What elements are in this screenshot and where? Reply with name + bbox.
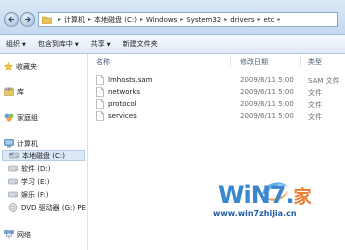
column-divider[interactable] bbox=[300, 55, 301, 66]
nav-drive-c[interactable]: 本地磁盘 (C:) bbox=[2, 150, 85, 161]
chevron-down-icon: ▼ bbox=[22, 42, 26, 48]
nav-computer[interactable]: 计算机 bbox=[4, 138, 38, 149]
watermark-url: www.win7zhijia.cn bbox=[213, 209, 297, 218]
watermark-logo-text: WiN7. bbox=[218, 181, 295, 209]
forward-button[interactable] bbox=[20, 12, 35, 27]
breadcrumb-separator: ▸ bbox=[257, 16, 261, 23]
file-icon bbox=[96, 99, 104, 109]
nav-drive-c-label: 本地磁盘 (C:) bbox=[22, 151, 65, 160]
breadcrumb-drivers[interactable]: drivers bbox=[230, 16, 254, 24]
nav-drive-g-label: DVD 驱动器 (G:) PE bbox=[21, 203, 87, 212]
computer-icon bbox=[4, 139, 14, 148]
star-icon bbox=[4, 62, 13, 71]
forward-arrow-icon bbox=[25, 16, 31, 23]
include-in-library-menu[interactable]: 包含到库中 ▼ bbox=[32, 39, 85, 49]
breadcrumb-drive-c[interactable]: 本地磁盘 (C:) bbox=[94, 15, 137, 25]
dvd-drive-icon bbox=[8, 203, 18, 212]
network-icon bbox=[4, 230, 14, 239]
file-row[interactable]: protocol 2009/6/11 5:00 文件 bbox=[88, 98, 345, 110]
file-type: 文件 bbox=[308, 101, 322, 109]
file-name: lmhosts.sam bbox=[108, 76, 153, 84]
hard-drive-icon bbox=[9, 152, 19, 159]
breadcrumb-computer[interactable]: 计算机 bbox=[64, 15, 85, 25]
organize-label: 组织 bbox=[6, 40, 20, 48]
breadcrumb-separator: ▸ bbox=[277, 16, 281, 23]
address-bar[interactable]: ▸ 计算机 ▸ 本地磁盘 (C:) ▸ Windows ▸ System32 ▸… bbox=[38, 12, 338, 27]
column-header-type[interactable]: 类型 bbox=[308, 57, 322, 67]
file-date: 2009/6/11 5:00 bbox=[240, 100, 294, 108]
back-button[interactable] bbox=[4, 12, 19, 27]
file-date: 2009/6/11 5:00 bbox=[240, 76, 294, 84]
file-type: 文件 bbox=[308, 89, 322, 97]
column-header-date[interactable]: 修改日期 bbox=[240, 57, 268, 67]
command-bar: 组织 ▼ 包含到库中 ▼ 共享 ▼ 新建文件夹 bbox=[0, 35, 345, 54]
organize-menu[interactable]: 组织 ▼ bbox=[0, 39, 32, 49]
include-in-library-label: 包含到库中 bbox=[37, 40, 73, 48]
column-header-name[interactable]: 名称 bbox=[96, 57, 110, 67]
file-name: networks bbox=[108, 88, 141, 96]
share-label: 共享 bbox=[90, 40, 105, 48]
explorer-window: ▸ 计算机 ▸ 本地磁盘 (C:) ▸ Windows ▸ System32 ▸… bbox=[0, 0, 345, 250]
watermark-logo-suffix: 家 bbox=[293, 187, 312, 208]
nav-network-label: 网络 bbox=[17, 230, 31, 239]
file-icon bbox=[96, 75, 104, 85]
file-row[interactable]: services 2009/6/11 5:00 文件 bbox=[88, 110, 345, 122]
hard-drive-icon bbox=[8, 191, 18, 198]
new-folder-label: 新建文件夹 bbox=[122, 40, 158, 48]
breadcrumb-separator: ▸ bbox=[224, 16, 228, 23]
file-list: 名称 修改日期 类型 lmhosts.sam 2009/6/11 5:00 SA… bbox=[88, 54, 345, 250]
file-icon bbox=[96, 111, 104, 121]
file-date: 2009/6/11 5:00 bbox=[240, 88, 294, 96]
file-name: protocol bbox=[108, 100, 137, 108]
hard-drive-icon bbox=[8, 178, 18, 185]
file-row[interactable]: networks 2009/6/11 5:00 文件 bbox=[88, 86, 345, 98]
share-menu[interactable]: 共享 ▼ bbox=[85, 39, 117, 49]
breadcrumb-etc[interactable]: etc bbox=[264, 16, 275, 24]
breadcrumb-separator: ▸ bbox=[88, 16, 92, 23]
nav-drive-f[interactable]: 娱乐 (F:) bbox=[8, 189, 49, 200]
nav-library-label: 库 bbox=[17, 87, 24, 96]
back-arrow-icon bbox=[8, 16, 14, 23]
file-name: services bbox=[108, 112, 137, 120]
nav-library[interactable]: 库 bbox=[4, 86, 24, 97]
library-icon bbox=[4, 87, 14, 96]
file-icon bbox=[96, 87, 104, 97]
breadcrumb-windows[interactable]: Windows bbox=[146, 16, 177, 24]
file-type: SAM 文件 bbox=[308, 77, 340, 85]
nav-favorites-label: 收藏夹 bbox=[16, 62, 37, 71]
nav-drive-e[interactable]: 学习 (E:) bbox=[8, 176, 49, 187]
nav-drive-e-label: 学习 (E:) bbox=[21, 177, 50, 186]
chevron-down-icon: ▼ bbox=[74, 42, 79, 48]
nav-favorites[interactable]: 收藏夹 bbox=[4, 61, 37, 72]
breadcrumb-separator: ▸ bbox=[139, 16, 143, 23]
nav-computer-label: 计算机 bbox=[17, 139, 38, 148]
hard-drive-icon bbox=[8, 165, 18, 172]
breadcrumb-separator: ▸ bbox=[180, 16, 184, 23]
file-date: 2009/6/11 5:00 bbox=[240, 112, 294, 120]
nav-drive-d-label: 软件 (D:) bbox=[21, 164, 51, 173]
nav-drive-d[interactable]: 软件 (D:) bbox=[8, 163, 50, 174]
file-row[interactable]: lmhosts.sam 2009/6/11 5:00 SAM 文件 bbox=[88, 74, 345, 86]
nav-network[interactable]: 网络 bbox=[4, 229, 31, 240]
nav-homegroup-label: 家庭组 bbox=[17, 113, 38, 122]
column-header-row: 名称 修改日期 类型 bbox=[88, 54, 345, 67]
file-type: 文件 bbox=[308, 113, 322, 121]
nav-drive-g[interactable]: DVD 驱动器 (G:) PE bbox=[8, 202, 86, 213]
nav-drive-f-label: 娱乐 (F:) bbox=[21, 190, 49, 199]
new-folder-button[interactable]: 新建文件夹 bbox=[117, 39, 164, 49]
folder-icon bbox=[42, 16, 52, 24]
address-bar-row: ▸ 计算机 ▸ 本地磁盘 (C:) ▸ Windows ▸ System32 ▸… bbox=[0, 0, 345, 35]
breadcrumb-system32[interactable]: System32 bbox=[186, 16, 221, 24]
nav-homegroup[interactable]: 家庭组 bbox=[4, 112, 38, 123]
watermark-logo: WiN7.家 bbox=[218, 181, 312, 209]
homegroup-icon bbox=[4, 113, 14, 122]
breadcrumb-separator: ▸ bbox=[58, 16, 62, 23]
navigation-pane: 收藏夹 库 家庭组 计算机 本地磁盘 (C:) 软件 (D:) 学习 (E:) … bbox=[0, 54, 88, 250]
chevron-down-icon: ▼ bbox=[106, 42, 111, 48]
column-divider[interactable] bbox=[230, 55, 231, 66]
